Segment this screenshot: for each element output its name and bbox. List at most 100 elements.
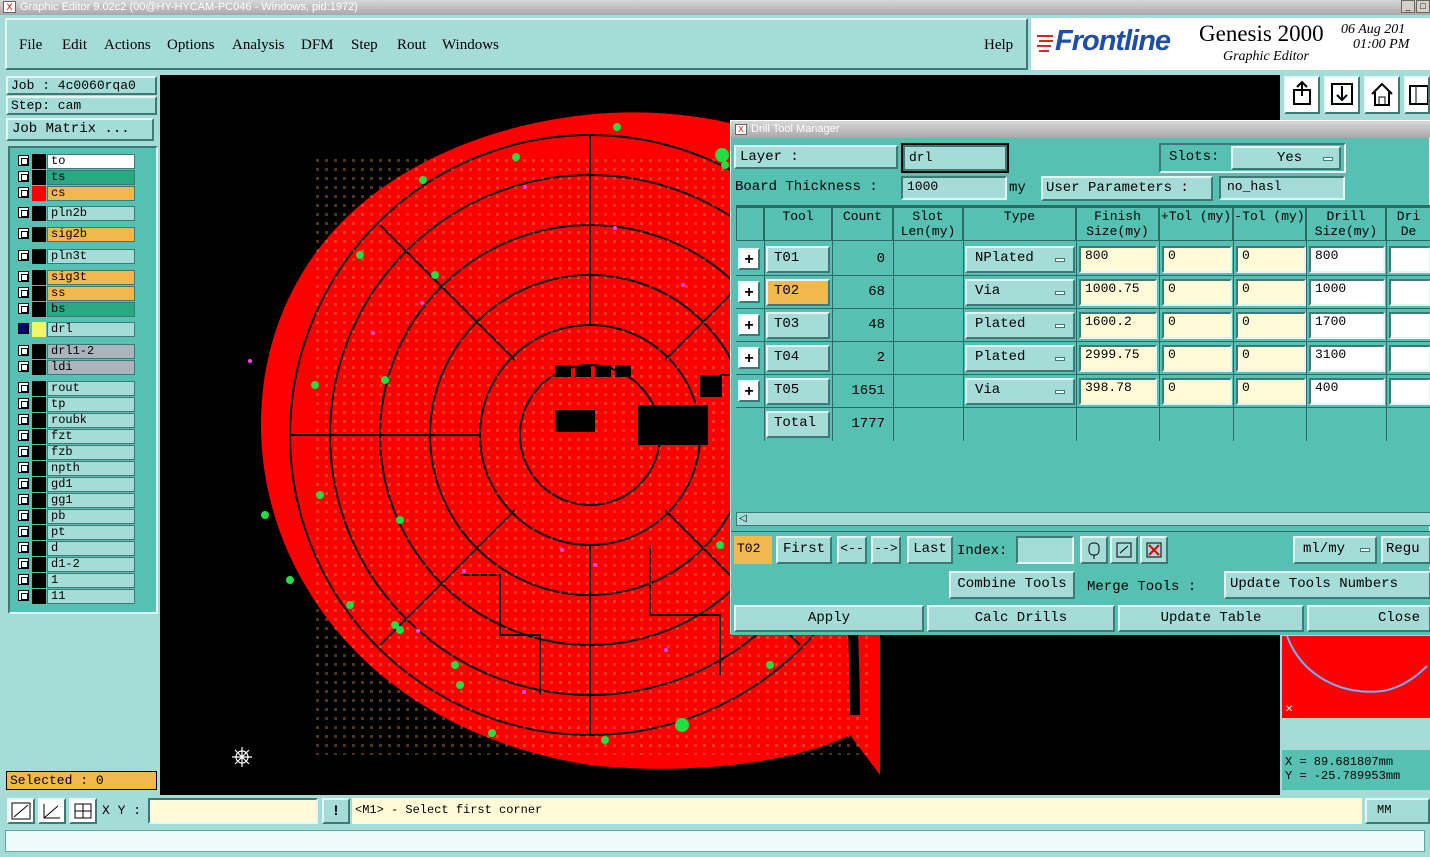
drill-size-input[interactable]: 400 <box>1309 378 1385 405</box>
layer-row-d1-2[interactable]: d1-2 <box>15 557 135 572</box>
layer-checkbox[interactable] <box>18 526 29 537</box>
tool-row[interactable]: + T04 2 Plated 2999.75 0 0 3100 <box>736 342 1430 375</box>
layer-list[interactable]: to ts cs pln2b sig2b pln3t sig3t ss bs drl drl1-2 l… <box>8 146 158 614</box>
layer-checkbox[interactable] <box>18 271 29 282</box>
plus-tol-input[interactable]: 0 <box>1162 312 1232 339</box>
update-table-button[interactable]: Update Table <box>1118 605 1304 632</box>
xy-input[interactable] <box>148 798 318 824</box>
thickness-input[interactable]: 1000 <box>901 176 1007 200</box>
layer-checkbox[interactable] <box>18 478 29 489</box>
zoom-fit-icon[interactable] <box>7 798 35 824</box>
finish-size-input[interactable]: 2999.75 <box>1079 345 1157 372</box>
measure-icon[interactable] <box>38 798 66 824</box>
layer-checkbox[interactable] <box>18 323 29 334</box>
scroll-left-arrow-icon[interactable]: ◁ <box>739 513 747 524</box>
job-matrix-button[interactable]: Job Matrix ... <box>6 118 154 141</box>
layer-checkbox[interactable] <box>18 345 29 356</box>
units-dropdown[interactable]: ml/my <box>1293 536 1377 564</box>
layer-row-1[interactable]: 1 <box>15 573 135 588</box>
layer-row-drl[interactable]: drl <box>15 322 135 337</box>
tool-name[interactable]: T03 <box>766 312 830 339</box>
layer-checkbox[interactable] <box>18 430 29 441</box>
layer-checkbox[interactable] <box>18 361 29 372</box>
layer-row-fzt[interactable]: fzt <box>15 429 135 444</box>
layer-checkbox[interactable] <box>18 446 29 457</box>
layer-input[interactable]: drl <box>903 145 1007 171</box>
menu-windows[interactable]: Windows <box>442 37 499 54</box>
layer-row-cs[interactable]: cs <box>15 186 135 201</box>
menu-file[interactable]: File <box>19 37 42 54</box>
expand-row-icon[interactable]: + <box>738 380 760 402</box>
layer-checkbox[interactable] <box>18 462 29 473</box>
layer-checkbox[interactable] <box>18 287 29 298</box>
tool-name[interactable]: T01 <box>766 246 830 273</box>
layer-row-pb[interactable]: pb <box>15 509 135 524</box>
layer-row-ldi[interactable]: ldi <box>15 360 135 375</box>
layer-row-ts[interactable]: ts <box>15 170 135 185</box>
layer-checkbox[interactable] <box>18 558 29 569</box>
layer-checkbox[interactable] <box>18 155 29 166</box>
layer-checkbox[interactable] <box>18 382 29 393</box>
drill-depth-input[interactable] <box>1389 378 1430 405</box>
menu-options[interactable]: Options <box>167 37 215 54</box>
finish-size-input[interactable]: 398.78 <box>1079 378 1157 405</box>
expand-row-icon[interactable]: + <box>738 281 760 303</box>
layer-row-drl1-2[interactable]: drl1-2 <box>15 344 135 359</box>
minus-tol-input[interactable]: 0 <box>1236 312 1306 339</box>
layer-checkbox[interactable] <box>18 303 29 314</box>
locate-icon[interactable] <box>1080 536 1108 564</box>
layer-row-npth[interactable]: npth <box>15 461 135 476</box>
first-button[interactable]: First <box>776 536 832 564</box>
menu-step[interactable]: Step <box>351 37 378 54</box>
layer-row-sig3t[interactable]: sig3t <box>15 270 135 285</box>
home-icon[interactable] <box>1364 76 1400 114</box>
overview-thumbnail[interactable]: ✕ <box>1282 635 1430 718</box>
maximize-button[interactable]: □ <box>1416 0 1430 13</box>
units-selector[interactable]: MM <box>1365 798 1430 824</box>
layer-checkbox[interactable] <box>18 398 29 409</box>
drill-depth-input[interactable] <box>1389 246 1430 273</box>
update-tools-numbers-dropdown[interactable]: Update Tools Numbers <box>1224 571 1430 599</box>
layer-checkbox[interactable] <box>18 590 29 601</box>
finish-size-input[interactable]: 800 <box>1079 246 1157 273</box>
panel-icon[interactable] <box>1404 76 1430 114</box>
index-input[interactable] <box>1016 536 1074 564</box>
plus-tol-input[interactable]: 0 <box>1162 345 1232 372</box>
finish-size-input[interactable]: 1600.2 <box>1079 312 1157 339</box>
minus-tol-input[interactable]: 0 <box>1236 279 1306 306</box>
expand-row-icon[interactable]: + <box>738 347 760 369</box>
drill-depth-input[interactable] <box>1389 279 1430 306</box>
calc-drills-button[interactable]: Calc Drills <box>927 605 1115 632</box>
menu-dfm[interactable]: DFM <box>301 37 334 54</box>
combine-tools-button[interactable]: Combine Tools <box>949 571 1075 599</box>
minus-tol-input[interactable]: 0 <box>1236 345 1306 372</box>
tool-type-dropdown[interactable]: Via <box>965 279 1075 306</box>
layer-row-sig2b[interactable]: sig2b <box>15 227 135 242</box>
table-horizontal-scrollbar[interactable]: ◁ <box>736 512 1430 526</box>
drill-depth-input[interactable] <box>1389 345 1430 372</box>
tool-type-dropdown[interactable]: Plated <box>965 345 1075 372</box>
layer-row-11[interactable]: 11 <box>15 589 135 604</box>
info-icon[interactable]: ! <box>322 798 350 824</box>
menu-edit[interactable]: Edit <box>62 37 87 54</box>
tool-type-dropdown[interactable]: Plated <box>965 312 1075 339</box>
layer-row-gd1[interactable]: gd1 <box>15 477 135 492</box>
layer-row-to[interactable]: to <box>15 154 135 169</box>
menu-help[interactable]: Help <box>984 37 1013 54</box>
drill-size-input[interactable]: 3100 <box>1309 345 1385 372</box>
layer-row-rout[interactable]: rout <box>15 381 135 396</box>
minus-tol-input[interactable]: 0 <box>1236 246 1306 273</box>
menu-rout[interactable]: Rout <box>397 37 426 54</box>
tool-name[interactable]: T02 <box>766 279 830 306</box>
layer-row-ss[interactable]: ss <box>15 286 135 301</box>
delete-icon[interactable] <box>1140 536 1168 564</box>
export-icon[interactable] <box>1284 76 1320 114</box>
layer-checkbox[interactable] <box>18 494 29 505</box>
layer-checkbox[interactable] <box>18 510 29 521</box>
layer-row-fzb[interactable]: fzb <box>15 445 135 460</box>
tool-type-dropdown[interactable]: Via <box>965 378 1075 405</box>
grid-icon[interactable] <box>69 798 97 824</box>
layer-row-roubk[interactable]: roubk <box>15 413 135 428</box>
layer-row-pln3t[interactable]: pln3t <box>15 249 135 264</box>
menu-actions[interactable]: Actions <box>104 37 151 54</box>
